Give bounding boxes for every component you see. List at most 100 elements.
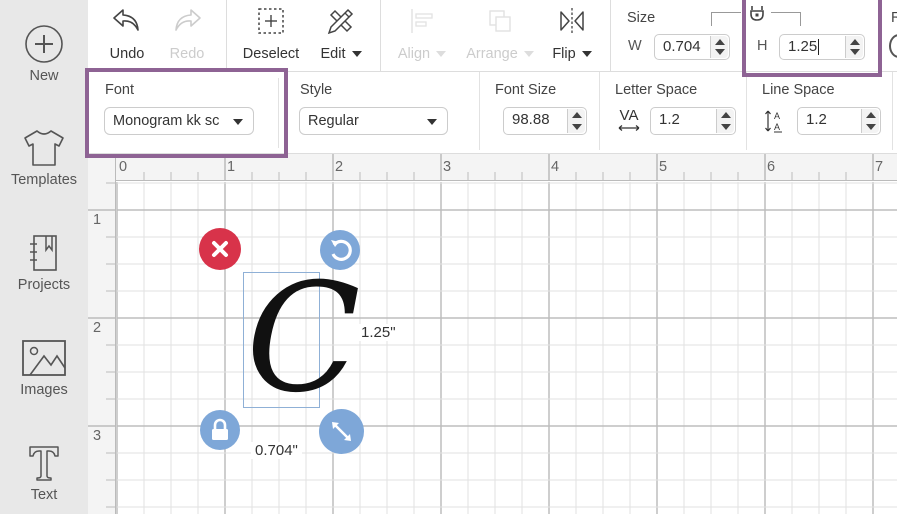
ruler-ticks — [88, 154, 874, 508]
plus-circle-icon — [25, 25, 63, 63]
divider — [892, 72, 893, 150]
unlock-icon[interactable] — [748, 4, 766, 22]
line-space-value: 1.2 — [806, 111, 827, 128]
next-section-label: R — [891, 10, 897, 26]
edit-dropdown[interactable]: Edit — [314, 0, 368, 72]
redo-label: Redo — [169, 46, 205, 62]
deselect-icon — [258, 8, 284, 34]
font-size-input[interactable]: 98.88 — [503, 107, 587, 135]
sidebar-item-label: New — [29, 68, 59, 84]
sidebar-item-images[interactable]: Images — [0, 338, 88, 398]
pencil-ruler-icon — [327, 8, 354, 35]
text-t-icon — [29, 446, 59, 481]
arrange-label: Arrange — [462, 46, 538, 62]
arrange-icon — [489, 10, 511, 32]
close-icon — [212, 241, 228, 257]
align-icon — [411, 9, 433, 33]
lock-handle[interactable] — [200, 410, 240, 450]
ruler-x-label: 5 — [659, 159, 668, 175]
align-dropdown[interactable]: Align — [390, 0, 454, 72]
selected-text-glyph[interactable]: C — [246, 264, 361, 414]
flip-icon — [560, 8, 584, 34]
style-label: Style — [300, 82, 333, 98]
letter-space-input[interactable]: 1.2 — [650, 107, 736, 135]
ruler-y-label: 1 — [93, 212, 102, 228]
letter-space-value: 1.2 — [659, 111, 680, 128]
font-label: Font — [105, 82, 135, 98]
height-readout: 1.25" — [357, 324, 400, 341]
toolbar-divider — [880, 0, 881, 72]
font-size-value: 98.88 — [512, 111, 550, 128]
height-value: 1.25 — [788, 38, 818, 55]
svg-text:A: A — [774, 111, 780, 121]
sidebar-item-projects[interactable]: Projects — [0, 233, 88, 293]
style-value: Regular — [308, 113, 359, 129]
notebook-icon — [30, 235, 57, 271]
flip-dropdown[interactable]: Flip — [546, 0, 598, 72]
lock-icon — [212, 418, 228, 440]
style-select[interactable]: Regular — [299, 107, 448, 135]
svg-text:A: A — [774, 122, 780, 132]
delete-handle[interactable] — [199, 228, 241, 270]
height-letter: H — [757, 38, 768, 54]
line-space-stepper[interactable] — [861, 109, 879, 133]
sidebar-item-templates[interactable]: Templates — [0, 128, 88, 188]
redo-button[interactable]: Redo — [160, 0, 214, 72]
letter-space-stepper[interactable] — [716, 109, 734, 133]
redo-icon — [175, 9, 201, 31]
deselect-button[interactable]: Deselect — [236, 0, 306, 72]
ruler-x-label: 3 — [443, 159, 452, 175]
line-space-input[interactable]: 1.2 — [797, 107, 881, 135]
ruler-x-label: 6 — [767, 159, 776, 175]
resize-handle[interactable] — [319, 409, 364, 454]
width-value: 0.704 — [663, 38, 701, 55]
flip-label: Flip — [546, 46, 598, 62]
width-readout: 0.704" — [251, 442, 302, 459]
arrange-dropdown[interactable]: Arrange — [462, 0, 538, 72]
sidebar-item-text[interactable]: Text — [0, 443, 88, 503]
width-input[interactable]: 0.704 — [654, 34, 730, 60]
lock-bracket-right — [771, 12, 801, 26]
line-space-label: Line Space — [762, 82, 835, 98]
height-input[interactable]: 1.25 — [779, 34, 865, 60]
sidebar-item-label: Text — [30, 487, 58, 503]
lock-bracket-left — [711, 12, 741, 26]
sidebar-item-label: Projects — [17, 277, 71, 293]
ruler-x-label: 0 — [119, 159, 128, 175]
undo-button[interactable]: Undo — [100, 0, 154, 72]
ruler-y-label: 2 — [93, 320, 102, 336]
font-size-stepper[interactable] — [567, 109, 585, 133]
toolbar-divider — [226, 0, 227, 72]
ruler-y-label: 3 — [93, 428, 102, 444]
design-canvas[interactable]: 0 1 2 3 4 5 6 7 1 2 3 C 1.25" 0.704" — [88, 154, 897, 514]
letter-space-icon: VA — [617, 107, 641, 132]
undo-icon — [113, 9, 139, 31]
edit-label: Edit — [314, 46, 368, 62]
top-toolbar: Undo Redo Deselect Edit Align Arrange Fl… — [88, 0, 897, 72]
sidebar-item-new[interactable]: New — [0, 24, 88, 84]
width-stepper[interactable] — [710, 36, 728, 58]
letter-space-icon-text: VA — [619, 107, 639, 124]
resize-arrows-icon — [332, 422, 351, 441]
undo-label: Undo — [109, 46, 145, 62]
line-space-icon: A A — [765, 110, 782, 133]
divider — [599, 72, 600, 150]
font-value: Monogram kk sc — [113, 113, 220, 129]
ruler-x-label: 7 — [875, 159, 884, 175]
letter-space-label: Letter Space — [615, 82, 698, 98]
size-label: Size — [627, 10, 656, 26]
deselect-label: Deselect — [242, 46, 300, 62]
ruler-x-label: 2 — [335, 159, 344, 175]
ruler-x-label: 4 — [551, 159, 560, 175]
left-sidebar: New Templates Projects Images Text — [0, 0, 88, 514]
sidebar-item-label: Images — [20, 382, 68, 398]
font-size-label: Font Size — [495, 82, 557, 98]
toolbar-divider — [610, 0, 611, 72]
height-stepper[interactable] — [845, 36, 863, 58]
font-select[interactable]: Monogram kk sc — [104, 107, 254, 135]
rotate-handle[interactable] — [320, 230, 360, 270]
divider — [479, 72, 480, 150]
text-cursor — [818, 39, 820, 56]
ruler-x-label: 1 — [227, 159, 236, 175]
tshirt-icon — [24, 130, 64, 166]
